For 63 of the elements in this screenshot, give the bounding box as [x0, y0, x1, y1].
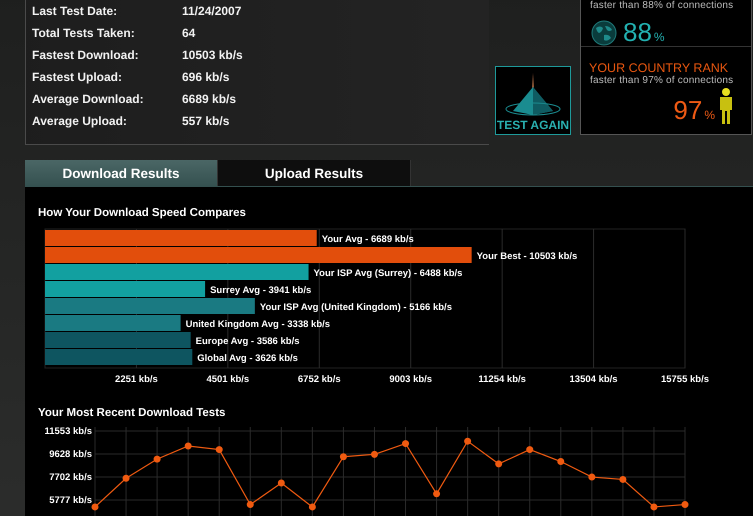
test-again-button[interactable]: TEST AGAIN: [495, 66, 571, 135]
bar-label: Your Best - 10503 kb/s: [476, 251, 578, 262]
axis-tick-label: 5777 kb/s: [49, 495, 92, 506]
axis-tick-label: 11254 kb/s: [478, 374, 526, 385]
data-point: [308, 503, 316, 510]
axis-tick-label: 7702 kb/s: [49, 472, 92, 484]
bar-label: Your ISP Avg (Surrey) - 6488 kb/s: [314, 268, 462, 279]
data-point: [557, 458, 564, 466]
data-point: [92, 503, 98, 510]
stat-value: 6689 kb/s: [182, 92, 236, 106]
data-point: [526, 446, 534, 454]
chart-title: Your Most Recent Download Tests: [37, 407, 226, 421]
stat-label: Fastest Download:: [32, 48, 140, 62]
results-tab[interactable]: Download Results: [25, 160, 218, 186]
data-point: [464, 438, 472, 445]
bar-label: Surrey Avg - 3941 kb/s: [210, 285, 312, 296]
stat-label: Average Download:: [32, 92, 145, 106]
stat-value: 11/24/2007: [182, 4, 242, 18]
data-point: [246, 501, 254, 508]
data-point: [402, 440, 410, 448]
country-rank-value: 97%: [673, 97, 715, 124]
chart-title: How Your Download Speed Compares: [37, 207, 247, 221]
data-point: [619, 476, 626, 483]
data-point: [495, 460, 502, 468]
stat-value: 64: [182, 26, 196, 40]
data-point: [184, 442, 192, 450]
stat-label: Total Tests Taken:: [32, 26, 136, 40]
globe-icon: [591, 20, 617, 46]
bar-label: Global Avg - 3626 kb/s: [197, 353, 298, 364]
world-rank-value: 88%: [623, 19, 665, 46]
data-point: [370, 450, 378, 458]
person-icon: [719, 88, 733, 124]
data-point: [122, 474, 130, 482]
rank-title: YOUR COUNTRY RANK: [588, 60, 730, 75]
data-point: [588, 474, 596, 481]
bar-label: Your Avg - 6689 kb/s: [322, 234, 414, 245]
stat-label: Average Upload:: [32, 114, 128, 128]
bar-label: Europe Avg - 3586 kb/s: [196, 336, 300, 347]
rank-caption: faster than 88% of connections: [589, 0, 734, 11]
axis-tick-label: 15755 kb/s: [660, 374, 710, 385]
stat-value: 696 kb/s: [182, 70, 230, 84]
data-point: [650, 503, 658, 510]
stat-label: Last Test Date:: [32, 4, 118, 18]
data-point: [682, 501, 688, 508]
stat-value: 10503 kb/s: [182, 48, 243, 62]
axis-tick-label: 13504 kb/s: [570, 374, 618, 385]
data-point: [433, 490, 440, 498]
data-point: [340, 453, 347, 460]
axis-tick-label: 9628 kb/s: [49, 449, 92, 460]
bar-label: Your ISP Avg (United Kingdom) - 5166 kb/s: [260, 302, 452, 313]
data-point: [216, 446, 223, 454]
rank-caption: faster than 97% of connections: [589, 75, 734, 86]
stat-value: 557 kb/s: [182, 114, 230, 128]
axis-tick-label: 2251 kb/s: [115, 374, 158, 385]
results-tab[interactable]: Upload Results: [218, 160, 411, 186]
axis-tick-label: 11553 kb/s: [44, 426, 92, 437]
data-point: [278, 480, 285, 487]
axis-tick-label: 9003 kb/s: [389, 374, 432, 385]
axis-tick-label: 6752 kb/s: [298, 374, 341, 385]
stat-label: Fastest Upload:: [32, 70, 124, 84]
data-point: [154, 456, 161, 463]
bar-label: United Kingdom Avg - 3338 kb/s: [186, 319, 330, 330]
axis-tick-label: 4501 kb/s: [206, 374, 250, 385]
